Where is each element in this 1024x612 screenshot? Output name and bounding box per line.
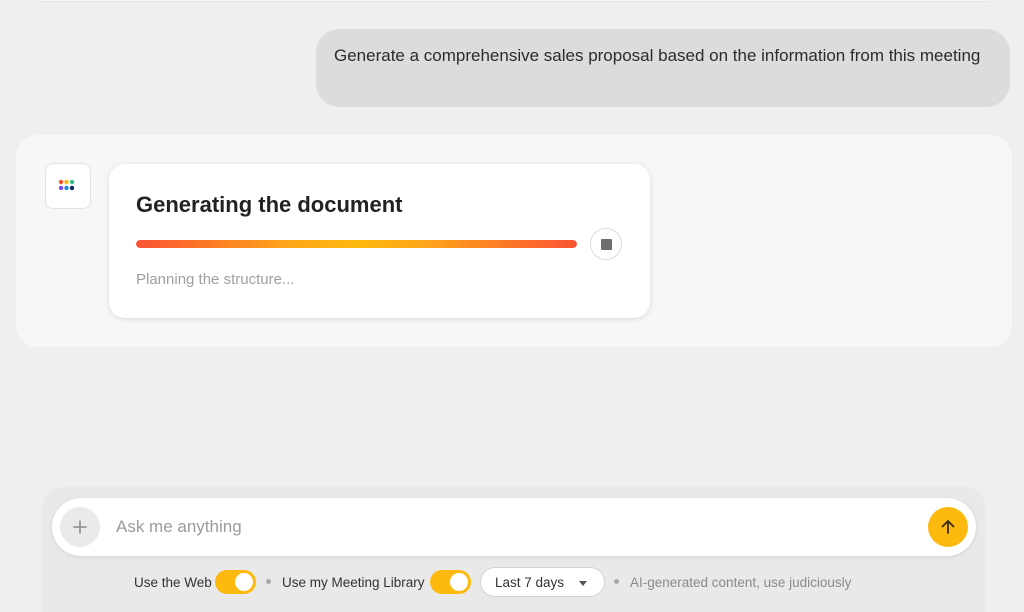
assistant-message-panel: Generating the document Planning the str… [16, 135, 1012, 347]
send-button[interactable] [928, 507, 968, 547]
time-range-select[interactable]: Last 7 days [480, 567, 605, 597]
generation-title: Generating the document [136, 192, 403, 217]
composer [52, 498, 976, 556]
top-divider [40, 0, 988, 2]
stop-button[interactable] [590, 228, 622, 260]
app-logo-icon [45, 163, 91, 209]
use-web-label: Use the Web [134, 574, 212, 590]
disclaimer-text: AI-generated content, use judiciously [630, 574, 852, 590]
separator-dot [614, 579, 619, 584]
toggle-knob [235, 573, 253, 591]
user-message-bubble: Generate a comprehensive sales proposal … [316, 29, 1010, 107]
arrow-up-icon [941, 520, 955, 534]
meeting-library-toggle[interactable] [430, 570, 471, 594]
toggle-knob [450, 573, 468, 591]
composer-options: Use the Web Use my Meeting Library Last … [42, 567, 986, 597]
chat-input[interactable] [116, 508, 916, 546]
app-logo-svg [58, 179, 75, 191]
time-range-value: Last 7 days [495, 574, 565, 590]
chat-page: Generate a comprehensive sales proposal … [0, 0, 1024, 612]
composer-area: Use the Web Use my Meeting Library Last … [42, 487, 986, 612]
generation-card: Generating the document Planning the str… [109, 164, 650, 318]
add-attachment-button[interactable] [60, 507, 100, 547]
meeting-library-label: Use my Meeting Library [282, 574, 425, 590]
user-message-text: Generate a comprehensive sales proposal … [334, 46, 981, 65]
chevron-down-icon [579, 581, 587, 586]
use-web-toggle[interactable] [215, 570, 256, 594]
generation-status: Planning the structure... [136, 271, 295, 288]
plus-icon [73, 520, 87, 534]
progress-fill [136, 240, 577, 248]
stop-icon [600, 238, 612, 250]
separator-dot [266, 579, 271, 584]
progress-bar [136, 240, 577, 248]
